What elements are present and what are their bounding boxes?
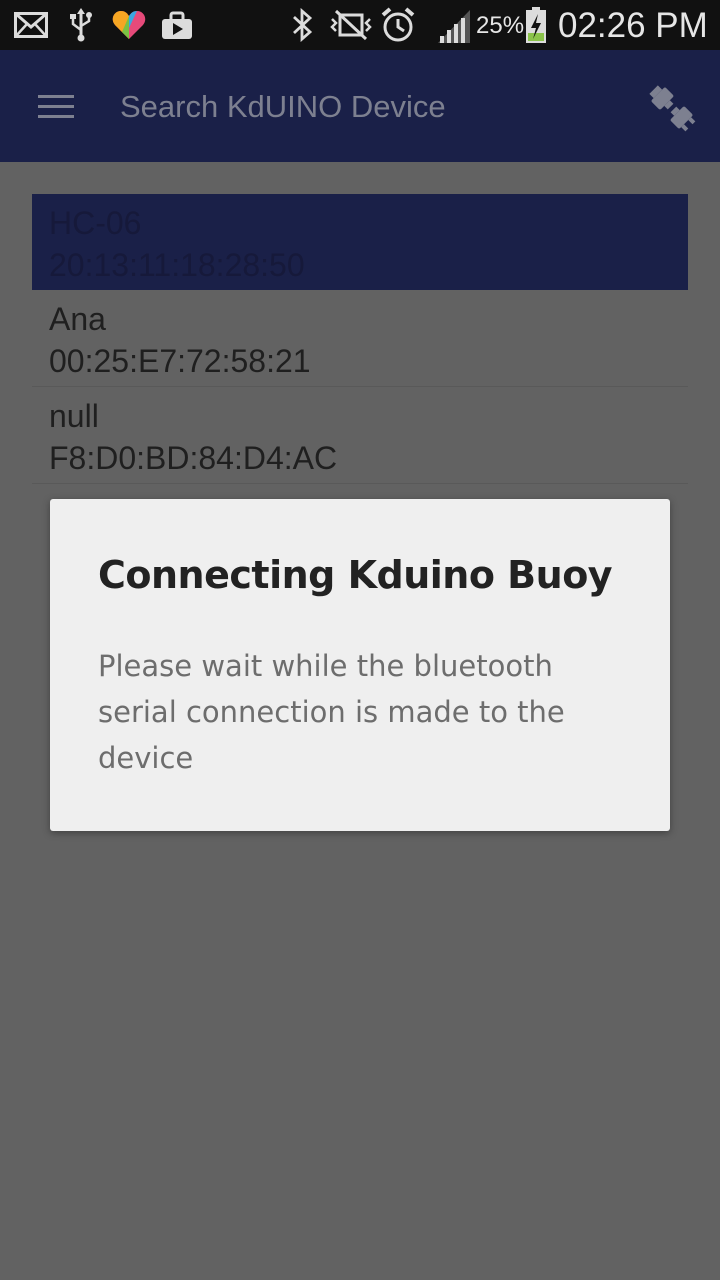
screenshot-icon: [162, 11, 192, 39]
alarm-icon: [381, 7, 415, 42]
device-address: 00:25:E7:72:58:21: [49, 343, 311, 379]
signal-icon: [438, 10, 470, 43]
device-item-hc-06[interactable]: HC-06 20:13:11:18:28:50: [32, 194, 688, 290]
battery-percent: 25%: [476, 12, 525, 39]
battery-charging-icon: [526, 7, 546, 43]
plug-connect-icon[interactable]: [644, 80, 700, 136]
usb-icon: [70, 8, 92, 42]
connecting-dialog: Connecting Kduino Buoy Please wait while…: [50, 499, 670, 831]
hamburger-menu-icon[interactable]: [38, 95, 74, 119]
device-address: F8:D0:BD:84:D4:AC: [49, 440, 338, 476]
app-bar: Search KdUINO Device: [0, 50, 720, 162]
status-bar: 25% 02:26 PM: [0, 0, 720, 50]
device-name: null: [49, 398, 99, 434]
dialog-title: Connecting Kduino Buoy: [98, 553, 613, 597]
device-address: 20:13:11:18:28:50: [49, 247, 305, 283]
device-name: HC-06: [49, 205, 142, 241]
bluetooth-icon: [293, 8, 313, 42]
device-item-null[interactable]: null F8:D0:BD:84:D4:AC: [32, 387, 688, 484]
clock: 02:26 PM: [558, 6, 708, 45]
health-app-icon: [112, 11, 146, 39]
dialog-message: Please wait while the bluetooth serial c…: [98, 649, 565, 775]
mute-icon: [330, 9, 372, 41]
page-title: Search KdUINO Device: [120, 89, 446, 124]
device-item-ana[interactable]: Ana 00:25:E7:72:58:21: [32, 290, 688, 387]
device-list: HC-06 20:13:11:18:28:50 Ana 00:25:E7:72:…: [32, 194, 688, 484]
device-name: Ana: [49, 301, 106, 337]
mail-icon: [14, 12, 48, 38]
